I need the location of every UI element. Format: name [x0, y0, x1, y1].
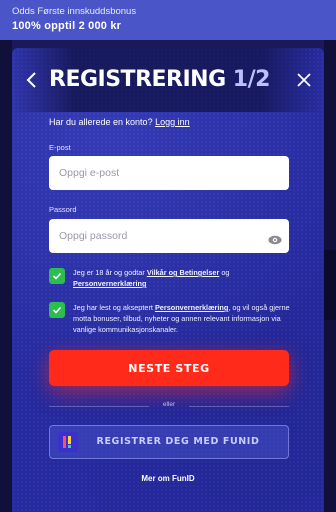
title-text: REGISTRERING — [49, 67, 233, 92]
consent-text: Jeg har lest og akseptert — [73, 303, 155, 312]
login-prompt: Har du allerede en konto? Logg inn — [49, 116, 190, 128]
marketing-consent-checkbox[interactable] — [49, 302, 65, 318]
funid-button-label: REGISTRER DEG MED FUNID — [96, 436, 260, 447]
page-backdrop-left — [0, 40, 12, 512]
funid-register-button[interactable]: REGISTRER DEG MED FUNID — [49, 425, 289, 459]
login-link[interactable]: Logg inn — [155, 117, 190, 127]
eye-icon[interactable] — [268, 235, 282, 245]
step-indicator: 1/2 — [232, 67, 271, 92]
email-label: E-post — [49, 143, 71, 152]
chevron-left-icon — [26, 72, 36, 88]
close-button[interactable] — [294, 70, 314, 90]
age-terms-text: Jeg er 18 år og godtar Vilkår og Betinge… — [73, 267, 295, 289]
close-icon — [297, 73, 311, 87]
email-field[interactable] — [49, 156, 289, 190]
next-step-button[interactable]: NESTE STEG — [49, 350, 289, 386]
password-label: Passord — [49, 205, 77, 214]
consent-text: Jeg er 18 år og godtar — [73, 268, 147, 277]
privacy-link[interactable]: Personvernerklæring — [155, 303, 228, 312]
checkmark-icon — [52, 306, 62, 314]
promo-title: Odds Første innskuddsbonus — [12, 6, 137, 17]
page-backdrop-right — [324, 40, 336, 512]
more-about-funid-link[interactable]: Mer om FunID — [12, 474, 324, 483]
page-title: REGISTRERING 1/2 — [49, 66, 270, 94]
login-prompt-text: Har du allerede en konto? — [49, 117, 153, 127]
registration-modal: REGISTRERING 1/2 Har du allerede en kont… — [12, 48, 324, 512]
privacy-link[interactable]: Personvernerklæring — [73, 279, 146, 288]
divider-line — [189, 406, 289, 407]
age-terms-checkbox[interactable] — [49, 268, 65, 284]
or-divider: eller — [49, 400, 289, 412]
marketing-consent-text: Jeg har lest og akseptert Personvernerkl… — [73, 302, 295, 335]
promo-banner[interactable]: Odds Første innskuddsbonus 100% opptil 2… — [0, 0, 336, 40]
consent-text: og — [219, 268, 230, 277]
promo-offer: 100% opptil 2 000 kr — [12, 20, 122, 32]
password-field[interactable] — [49, 219, 289, 253]
checkmark-icon — [52, 272, 62, 280]
terms-link[interactable]: Vilkår og Betingelser — [147, 268, 219, 277]
back-button[interactable] — [24, 68, 40, 92]
